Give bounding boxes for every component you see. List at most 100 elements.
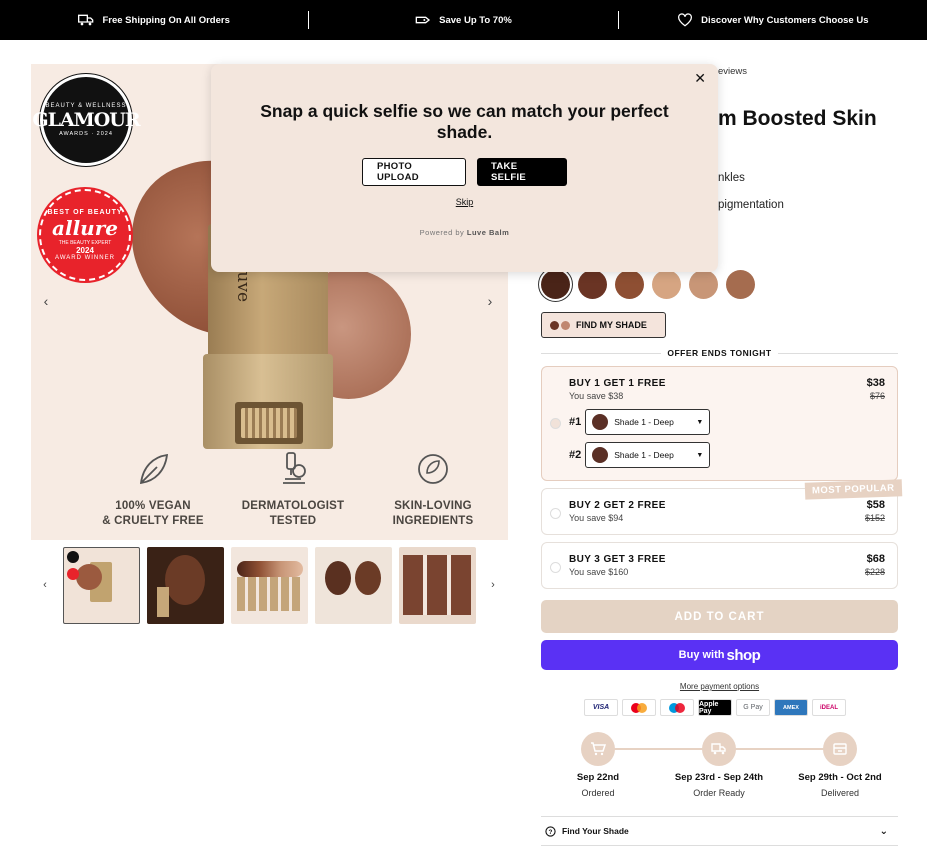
thumbnail[interactable] [147,547,224,624]
more-payment-options-link[interactable]: More payment options [541,682,898,691]
shade-swatch[interactable] [615,270,644,299]
feature-list: 100% VEGAN & CRUELTY FREE DERMATOLOGIST TE… [93,449,493,529]
badge-text: GLAMOUR [32,109,140,131]
shade-swatch[interactable] [726,270,755,299]
shop-pay-prefix: Buy with [678,649,725,661]
shade-dot [550,320,559,330]
truck-icon [78,14,94,26]
bundle-price: $68 [866,553,885,565]
product-benefit: pigmentation [718,199,784,211]
shade-match-modal: ✕ Snap a quick selfie so we can match yo… [211,64,718,272]
modal-heading: Snap a quick selfie so we can match your… [260,101,669,142]
shade-swatch[interactable] [689,270,718,299]
amex-icon: AMEX [774,699,808,716]
announcement-item-save[interactable]: Save Up To 70% [309,13,617,27]
bundle-old-price: $76 [869,391,885,401]
bundle-option-1[interactable]: BUY 1 GET 1 FREE You save $38 $38 $76 #1… [541,366,898,481]
bundle-radio[interactable] [550,418,561,429]
powered-prefix: Powered by [419,228,465,237]
thumbnail-strip: ‹ › [31,545,508,627]
find-your-shade-accordion[interactable]: ? Find Your Shade ⌄ [541,816,898,846]
bundle-radio[interactable] [550,562,561,573]
shade-select-value: Shade 1 - Deep [614,417,674,427]
bundle-name: BUY 1 GET 1 FREE [569,378,666,389]
caret-down-icon: ▼ [696,451,704,459]
shade-selector-row: #1 Shade 1 - Deep ▼ [569,409,711,435]
modal-actions: PHOTO UPLOAD TAKE SELFIE [211,158,718,186]
announcement-label: Free Shipping On All Orders [102,14,230,26]
thumb-prev-arrow[interactable]: ‹ [35,575,55,595]
shade-swatches [541,270,755,299]
find-my-shade-button[interactable]: FIND MY SHADE [541,312,666,338]
shade-swatch-mini [592,414,609,430]
shade-swatch[interactable] [652,270,681,299]
feature-text: DERMATOLOGIST [241,500,345,512]
reviews-link[interactable]: eviews [718,66,747,77]
google-pay-icon: G Pay [736,699,770,716]
feature-text: 100% VEGAN [115,500,191,512]
thumb-next-arrow[interactable]: › [483,575,503,595]
shade-select[interactable]: Shade 1 - Deep ▼ [585,442,711,468]
product-benefit: nkles [718,172,745,184]
announcement-item-shipping[interactable]: Free Shipping On All Orders [0,13,308,27]
thumbnail[interactable] [63,547,140,624]
timeline-step-ready: Sep 23rd - Sep 24th Order Ready [662,732,776,798]
timeline-step-ordered: Sep 22nd Ordered [541,732,655,798]
feature-text: INGREDIENTS [392,515,474,527]
gallery-next-arrow[interactable]: › [480,291,500,311]
announcement-item-discover[interactable]: Discover Why Customers Choose Us [619,13,927,27]
timeline-label: Ordered [581,788,615,798]
thumbnail[interactable] [231,547,308,624]
add-to-cart-button[interactable]: ADD TO CART [541,600,898,633]
bundle-savings: You save $160 [569,567,629,577]
feature-text: SKIN-LOVING [394,500,472,512]
offer-label: OFFER ENDS TONIGHT [667,348,772,358]
maestro-icon [660,699,694,716]
shade-select[interactable]: Shade 1 - Deep ▼ [585,409,711,435]
bundle-option-3[interactable]: BUY 3 GET 3 FREE You save $160 $68 $228 [541,542,898,589]
photo-upload-button[interactable]: PHOTO UPLOAD [362,158,466,186]
product-title: m Boosted Skin [718,107,877,130]
bundle-old-price: $152 [864,513,885,523]
shade-swatch[interactable] [578,270,607,299]
feature-vegan: 100% VEGAN & CRUELTY FREE [93,449,213,529]
cart-icon [591,742,606,756]
shade-swatch[interactable] [541,270,570,299]
chevron-down-icon: ⌄ [879,825,888,837]
bundle-name: BUY 3 GET 3 FREE [569,554,666,565]
gallery-prev-arrow[interactable]: ‹ [36,291,56,311]
thumbnail[interactable] [399,547,476,624]
close-icon[interactable]: ✕ [694,70,706,87]
mastercard-icon [622,699,656,716]
visa-icon: VISA [584,699,618,716]
feature-text: TESTED [269,515,317,527]
thumbnail[interactable] [315,547,392,624]
take-selfie-button[interactable]: TAKE SELFIE [477,158,567,186]
delivery-timeline: Sep 22nd Ordered Sep 23rd - Sep 24th Ord… [541,732,898,802]
powered-by: Powered by Luve Balm [211,228,718,237]
most-popular-badge: MOST POPULAR [804,479,902,500]
bundle-price: $38 [866,377,885,389]
announcement-label: Save Up To 70% [439,14,512,26]
selector-index: #1 [569,416,582,428]
timeline-date: Sep 23rd - Sep 24th [674,772,764,783]
apple-pay-icon: Apple Pay [698,699,732,716]
timeline-date: Sep 29th - Oct 2nd [798,772,882,783]
timeline-label: Delivered [820,788,860,798]
timeline-circle [823,732,857,766]
announcement-label: Discover Why Customers Choose Us [701,14,869,26]
shop-pay-button[interactable]: Buy with shop [541,640,898,670]
shade-swatch-mini [592,447,609,463]
bundle-savings: You save $38 [569,391,624,401]
skip-link[interactable]: Skip [211,197,718,207]
timeline-step-delivered: Sep 29th - Oct 2nd Delivered [783,732,897,798]
truck-icon [711,743,726,755]
tag-icon [415,16,431,24]
badge-text: allure [52,216,118,240]
badge-text: 2024 [76,246,94,255]
accordion-label: Find Your Shade [562,826,629,836]
question-icon: ? [545,825,556,837]
bundle-old-price: $228 [864,567,885,577]
bundle-radio[interactable] [550,508,561,519]
bundle-price: $58 [866,499,885,511]
